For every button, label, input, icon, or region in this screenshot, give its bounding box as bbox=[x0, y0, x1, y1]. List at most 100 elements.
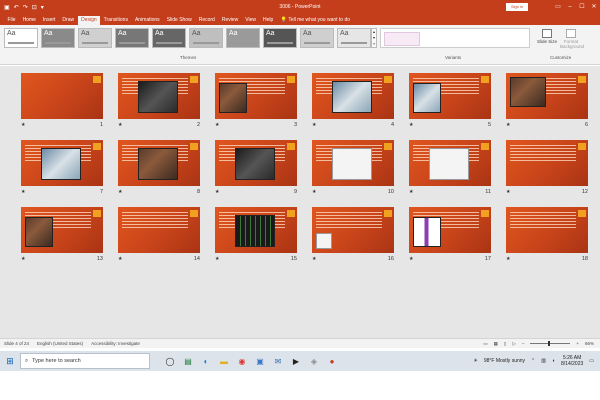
ribbon-display-icon[interactable]: ▭ bbox=[552, 0, 564, 14]
windows-start-icon[interactable]: ⊞ bbox=[0, 351, 20, 371]
ribbon-tabs: File Home Insert Draw Design Transitions… bbox=[0, 14, 600, 25]
tab-file[interactable]: File bbox=[4, 16, 19, 25]
slide-thumbnail[interactable] bbox=[506, 73, 588, 119]
slide-thumbnail[interactable] bbox=[21, 140, 103, 186]
zoom-slider[interactable] bbox=[530, 341, 571, 346]
sorter-scrollbar[interactable] bbox=[596, 66, 600, 338]
slide-number: 13 bbox=[96, 256, 103, 262]
app-icon[interactable]: ◈ bbox=[308, 355, 320, 367]
mail-icon[interactable]: ✉ bbox=[272, 355, 284, 367]
volume-icon[interactable]: ◖ bbox=[552, 358, 555, 364]
file-explorer-icon[interactable]: ▬ bbox=[218, 355, 230, 367]
normal-view-icon[interactable]: ▭ bbox=[483, 341, 487, 347]
slide-number: 4 bbox=[390, 122, 394, 128]
tab-transitions[interactable]: Transitions bbox=[100, 16, 131, 25]
theme-thumbnail[interactable]: Aa bbox=[78, 28, 112, 48]
task-view-icon[interactable]: ◯ bbox=[164, 355, 176, 367]
tell-me-search[interactable]: 💡 Tell me what you want to do bbox=[281, 16, 350, 25]
slide-thumbnail[interactable] bbox=[312, 207, 394, 253]
variant-thumbnail[interactable] bbox=[384, 32, 420, 46]
reading-view-icon[interactable]: ▯ bbox=[504, 341, 506, 347]
tab-animations[interactable]: Animations bbox=[131, 16, 163, 25]
zoom-out-icon[interactable]: – bbox=[522, 341, 525, 346]
window-controls: ▭ – ☐ ✕ bbox=[552, 0, 600, 14]
tab-draw[interactable]: Draw bbox=[59, 16, 78, 25]
slide-number: 8 bbox=[196, 189, 200, 195]
slide-thumbnail[interactable] bbox=[21, 73, 103, 119]
theme-thumbnail[interactable]: Aa bbox=[4, 28, 38, 48]
weather-text[interactable]: 98°F Mostly sunny bbox=[484, 358, 525, 364]
slide-thumbnail[interactable] bbox=[118, 140, 200, 186]
theme-thumbnail[interactable]: Aa bbox=[300, 28, 334, 48]
slideshow-icon[interactable]: ▷ bbox=[512, 341, 515, 347]
theme-thumbnail[interactable]: Aa bbox=[115, 28, 149, 48]
slide-thumbnail[interactable] bbox=[312, 140, 394, 186]
theme-thumbnail[interactable]: Aa bbox=[263, 28, 297, 48]
slide-accent-box bbox=[190, 143, 198, 150]
start-from-beginning-icon[interactable]: ⊡ bbox=[32, 4, 37, 11]
slide-thumbnail[interactable] bbox=[506, 207, 588, 253]
slide-sorter-icon[interactable]: ▦ bbox=[494, 341, 498, 347]
theme-thumbnail[interactable]: Aa bbox=[226, 28, 260, 48]
slide-image bbox=[41, 148, 81, 180]
theme-thumbnail[interactable]: Aa bbox=[41, 28, 75, 48]
slide-thumbnail[interactable] bbox=[215, 140, 297, 186]
slide-number: 14 bbox=[193, 256, 200, 262]
theme-thumbnail[interactable]: Aa bbox=[152, 28, 186, 48]
slide-thumbnail[interactable] bbox=[118, 207, 200, 253]
transition-star-icon: ★ bbox=[506, 256, 511, 262]
tab-slide-show[interactable]: Slide Show bbox=[163, 16, 195, 25]
slide-size-button[interactable]: Slide Size bbox=[536, 29, 558, 44]
slide-thumbnail[interactable] bbox=[215, 207, 297, 253]
tab-record[interactable]: Record bbox=[195, 16, 218, 25]
slide-thumbnail[interactable] bbox=[409, 73, 491, 119]
chrome-icon[interactable]: ◉ bbox=[236, 355, 248, 367]
clock[interactable]: 5:26 AM 8/14/2023 bbox=[561, 355, 583, 367]
slide-thumbnail[interactable] bbox=[409, 207, 491, 253]
slide-thumbnail[interactable] bbox=[506, 140, 588, 186]
transition-star-icon: ★ bbox=[21, 122, 26, 128]
accessibility-status[interactable]: Accessibility: Investigate bbox=[91, 341, 140, 346]
redo-icon[interactable]: ↷ bbox=[23, 4, 28, 11]
tab-insert[interactable]: Insert bbox=[39, 16, 59, 25]
language-indicator[interactable]: English (United States) bbox=[37, 341, 83, 346]
maximize-icon[interactable]: ☐ bbox=[576, 0, 588, 14]
transition-star-icon: ★ bbox=[312, 122, 317, 128]
tab-design[interactable]: Design bbox=[77, 16, 101, 25]
zoom-level[interactable]: 66% bbox=[585, 341, 594, 346]
minimize-icon[interactable]: – bbox=[564, 0, 576, 14]
widgets-icon[interactable]: ▤ bbox=[182, 355, 194, 367]
theme-thumbnail[interactable]: Aa bbox=[337, 28, 371, 48]
tab-help[interactable]: Help bbox=[259, 16, 276, 25]
zoom-in-icon[interactable]: + bbox=[576, 341, 579, 346]
powerpoint-icon[interactable]: ● bbox=[326, 355, 338, 367]
slide-thumbnail[interactable] bbox=[215, 73, 297, 119]
taskbar-search[interactable]: ⌕ Type here to search bbox=[20, 353, 150, 369]
close-icon[interactable]: ✕ bbox=[588, 0, 600, 14]
themes-scroll[interactable]: ▴ ▾ ▿ bbox=[371, 28, 377, 48]
slide-thumbnail[interactable] bbox=[118, 73, 200, 119]
tab-view[interactable]: View bbox=[242, 16, 260, 25]
slide-accent-box bbox=[190, 76, 198, 83]
slide-thumbnail[interactable] bbox=[409, 140, 491, 186]
tray-overflow-icon[interactable]: ⌃ bbox=[531, 358, 535, 364]
edge-icon[interactable]: ◐ bbox=[200, 355, 212, 367]
slide-accent-box bbox=[287, 143, 295, 150]
slide-image bbox=[235, 148, 275, 180]
format-background-button[interactable]: Format Background bbox=[560, 29, 584, 49]
sign-in-button[interactable]: Sign in bbox=[506, 3, 529, 11]
slide-thumbnail[interactable] bbox=[21, 207, 103, 253]
theme-thumbnail[interactable]: Aa bbox=[189, 28, 223, 48]
save-icon[interactable]: ▣ bbox=[4, 4, 10, 11]
notifications-icon[interactable]: ▭ bbox=[589, 358, 594, 364]
customize-qat-icon[interactable]: ▾ bbox=[41, 4, 44, 11]
slide-image bbox=[219, 83, 247, 113]
media-icon[interactable]: ▶ bbox=[290, 355, 302, 367]
slide-accent-box bbox=[384, 143, 392, 150]
slide-thumbnail[interactable] bbox=[312, 73, 394, 119]
tab-review[interactable]: Review bbox=[218, 16, 241, 25]
network-icon[interactable]: ▥ bbox=[541, 358, 546, 364]
undo-icon[interactable]: ↶ bbox=[14, 4, 19, 11]
tab-home[interactable]: Home bbox=[19, 16, 39, 25]
store-icon[interactable]: ▣ bbox=[254, 355, 266, 367]
